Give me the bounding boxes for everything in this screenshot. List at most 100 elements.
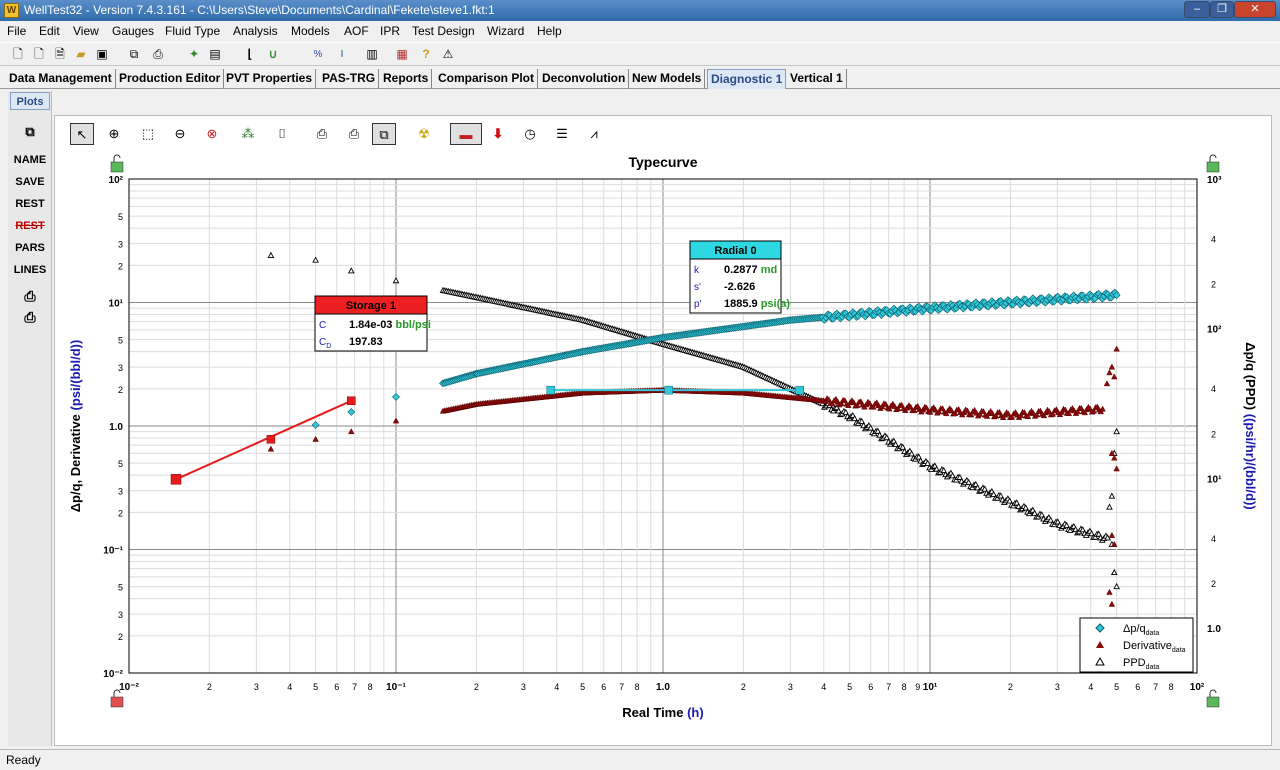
grid-lines: [128, 179, 1197, 674]
ppd-point: [312, 256, 319, 263]
storage-info-box: Storage 1C 1.84e-03 bbl/psiCD 197.83: [314, 295, 431, 352]
y-tick-label: 5: [118, 459, 123, 469]
derivative-point: [392, 417, 400, 424]
y-tick-label: 5: [118, 336, 123, 346]
ppd-point: [267, 251, 275, 258]
dpq-point: [311, 421, 320, 429]
y-tick-label: 2: [118, 385, 123, 395]
y2-tick-label: 1.0: [1207, 624, 1221, 635]
derivative-point: [1113, 465, 1120, 472]
y-axis-label-right: Δp/q (PPD) ((psi/hr)/(bbl/d)): [1243, 342, 1258, 509]
y-tick-label: 2: [118, 632, 123, 642]
radial-line-handle: [546, 385, 556, 395]
x-tick-label: 3: [1055, 682, 1060, 692]
y2-tick-label: 4: [1211, 235, 1216, 245]
y-tick-label: 10²: [109, 175, 124, 186]
x-tick-label: 6: [1135, 682, 1140, 692]
status-bar: Ready: [0, 749, 1280, 770]
ppd-point: [347, 267, 355, 274]
status-text: Ready: [6, 753, 41, 767]
y2-tick-label: 2: [1211, 579, 1216, 589]
y-tick-label: 5: [118, 583, 123, 593]
radial-info-box-key: p': [694, 299, 702, 310]
x-tick-label: 5: [847, 682, 852, 692]
storage-line-handle: [347, 396, 356, 406]
derivative-point: [1108, 531, 1116, 538]
x-axis-label: Real Time (h): [622, 705, 703, 720]
derivative-point: [1106, 588, 1113, 595]
x-tick-label: 10²: [1190, 682, 1205, 693]
x-tick-label: 7: [1153, 682, 1158, 692]
y-tick-label: 3: [118, 240, 123, 250]
x-tick-label: 6: [868, 682, 873, 692]
typecurve-plot: 10⁻² 10⁻¹ 1.0 10¹ 10²2 3 4 5 6 7 8 2 3 4 5 6 7 8 2 3 4 5 6 7 8 9 2…: [68, 154, 1258, 720]
ppd-point: [1106, 503, 1113, 510]
storage-info-box-value: 1.84e-03 bbl/psi: [349, 319, 431, 331]
x-tick-label: 8: [1169, 682, 1174, 692]
x-tick-label: 6: [334, 682, 339, 692]
lock-open-top-right-icon: [1206, 154, 1220, 173]
x-tick-label: 2: [474, 682, 479, 692]
y-tick-label: 2: [118, 261, 123, 271]
derivative-point: [267, 445, 275, 452]
x-tick-label: 3: [254, 682, 259, 692]
x-tick-label: 5: [1114, 682, 1119, 692]
y-tick-label: 10⁻¹: [103, 546, 123, 557]
y2-tick-label: 10¹: [1207, 474, 1222, 485]
x-tick-label: 5: [313, 682, 318, 692]
y2-tick-label: 4: [1211, 534, 1216, 544]
radial-info-box-title: Radial 0: [714, 245, 756, 257]
radial-info-box-value: 1885.9 psi(a): [724, 298, 790, 310]
x-tick-label: 3: [788, 682, 793, 692]
storage-info-box-value: 197.83: [349, 336, 383, 348]
x-tick-label: 4: [1088, 682, 1093, 692]
x-tick-label: 4: [554, 682, 559, 692]
radial-line-handle: [795, 385, 804, 395]
x-tick-label: 8: [368, 682, 373, 692]
y2-tick-label: 2: [1211, 280, 1216, 290]
y2-tick-label: 2: [1211, 429, 1216, 439]
x-tick-label: 7: [886, 682, 891, 692]
x-tick-label: 4: [287, 682, 292, 692]
x-tick-label: 1.0: [656, 682, 670, 693]
radial-info-box-value: -2.626: [724, 281, 755, 293]
dpq-point: [347, 408, 356, 416]
chart-legend: Δp/qdataDerivativedataPPDdata: [1079, 617, 1194, 673]
x-tick-label: 7: [619, 682, 624, 692]
derivative-point: [1106, 369, 1113, 376]
x-tick-label: 2: [741, 682, 746, 692]
x-tick-label: 5: [580, 682, 585, 692]
derivative-point: [1103, 380, 1111, 387]
x-tick-label: 7: [352, 682, 357, 692]
ppd-point: [1108, 492, 1116, 499]
y-tick-label: 3: [118, 487, 123, 497]
x-tick-label: 9: [915, 682, 920, 692]
storage-info-box-key: C: [319, 320, 326, 331]
x-tick-label: 4: [821, 682, 826, 692]
y-tick-label: 10⁻²: [103, 669, 123, 680]
x-tick-label: 10⁻¹: [386, 682, 406, 693]
y2-tick-label: 10²: [1207, 325, 1222, 336]
radial-info-box-value: 0.2877 md: [724, 264, 777, 276]
y-tick-label: 10¹: [109, 299, 124, 310]
chart-title: Typecurve: [629, 154, 698, 170]
radial-line-handle: [664, 385, 673, 395]
lock-open-bottom-right-icon: [1206, 689, 1220, 708]
derivative-point: [1113, 345, 1120, 352]
y-tick-label: 3: [118, 610, 123, 620]
ppd-point: [1110, 568, 1118, 576]
y-tick-label: 5: [118, 212, 123, 222]
storage-line-handle: [170, 474, 182, 485]
y-tick-label: 2: [118, 508, 123, 518]
dpq-point: [392, 392, 400, 401]
x-tick-label: 10⁻²: [119, 682, 139, 693]
derivative-point: [1108, 600, 1116, 607]
storage-line: [175, 399, 352, 481]
radial-info-box-key: s': [694, 282, 701, 293]
y-tick-label: 3: [118, 363, 123, 373]
storage-info-box-title: Storage 1: [346, 300, 396, 312]
x-tick-label: 6: [601, 682, 606, 692]
storage-line-handle: [266, 435, 276, 444]
derivative-point: [312, 435, 319, 442]
lock-open-top-left-icon: [110, 154, 124, 173]
